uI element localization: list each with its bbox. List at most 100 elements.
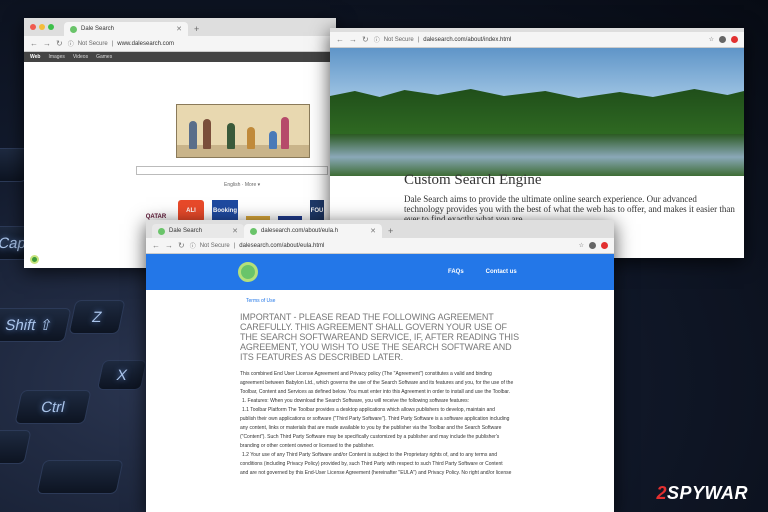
reload-icon[interactable]: ↻	[362, 35, 369, 44]
illustration-person	[281, 117, 289, 149]
menu-games[interactable]: Games	[96, 54, 112, 60]
close-tab-icon[interactable]: ✕	[370, 227, 376, 235]
keyboard-key-x: X	[96, 360, 148, 390]
menu-web[interactable]: Web	[30, 54, 40, 60]
url-text: dalesearch.com/about/eula.html	[239, 242, 325, 249]
eula-line: conditions (including Privacy Policy) pr…	[240, 461, 503, 467]
watermark-text: SPYWAR	[666, 483, 748, 503]
alert-badge-icon[interactable]	[601, 242, 608, 249]
illustration-person	[269, 131, 277, 149]
homepage-illustration	[176, 104, 310, 158]
page-heading: Custom Search Engine	[404, 172, 542, 188]
close-window-button[interactable]	[30, 24, 36, 30]
tab-title: dalesearch.com/about/eula.h	[261, 228, 339, 234]
info-icon: ⓘ	[373, 38, 380, 44]
url-field[interactable]: ⓘ Not Secure | dalesearch.com/about/inde…	[373, 35, 704, 45]
eula-line: branding or other content owned or licen…	[240, 443, 375, 449]
site-favicon-icon	[158, 227, 165, 235]
site-header: FAQs Contact us	[146, 254, 614, 290]
search-input[interactable]	[136, 166, 328, 175]
partner-logo-ali[interactable]: ALI	[178, 200, 204, 222]
forward-icon[interactable]: →	[165, 241, 173, 250]
menu-videos[interactable]: Videos	[73, 54, 88, 60]
hero-lake	[330, 134, 744, 176]
security-label: Not Secure	[199, 242, 230, 249]
tab-title: Dale Search	[169, 228, 203, 234]
keyboard-key-blank	[36, 460, 124, 494]
toolbar-right: ☆	[579, 242, 608, 249]
back-icon[interactable]: ←	[152, 241, 160, 250]
back-icon[interactable]: ←	[336, 35, 344, 44]
eula-line: 1.2 Your use of any Third Party Software…	[242, 452, 498, 458]
eula-body: This combined End User License Agreement…	[240, 370, 526, 478]
nav-faqs[interactable]: FAQs	[448, 269, 464, 275]
info-icon: ⓘ	[189, 244, 196, 250]
back-icon[interactable]: ←	[30, 39, 38, 48]
info-icon: ⓘ	[67, 42, 74, 48]
minimize-window-button[interactable]	[39, 24, 45, 30]
partner-logos: QATAR ALI Booking FOU	[142, 200, 324, 222]
keyboard-key-blank	[0, 430, 32, 464]
eula-line: publish their own applications or softwa…	[240, 416, 510, 422]
window-controls	[30, 24, 54, 30]
illustration-person	[247, 127, 255, 149]
browser-window-eula: Dale Search ✕ dalesearch.com/about/eula.…	[146, 220, 614, 512]
divider: |	[111, 40, 114, 47]
menu-images[interactable]: Images	[48, 54, 64, 60]
eula-important-heading: IMPORTANT - PLEASE READ THE FOLLOWING AG…	[240, 312, 519, 362]
security-label: Not Secure	[383, 36, 414, 43]
tab-bar: Dale Search ✕ +	[24, 18, 336, 36]
tab-bar	[330, 28, 744, 32]
watermark-logo: 2SPYWAR	[656, 483, 748, 504]
new-tab-button[interactable]: +	[194, 24, 199, 34]
toolbar-right: ☆	[709, 36, 738, 43]
url-text: dalesearch.com/about/index.html	[423, 36, 512, 43]
divider: |	[233, 242, 236, 249]
keyboard-key-shift: Shift ⇧	[0, 308, 72, 342]
nav-contact-us[interactable]: Contact us	[486, 269, 517, 275]
language-selector[interactable]: English · More ▾	[224, 182, 260, 188]
eula-line: and are not governed by this End-User Li…	[240, 470, 512, 476]
hero-image	[330, 48, 744, 176]
close-tab-icon[interactable]: ✕	[232, 227, 238, 235]
search-nav-menu: Web Images Videos Games	[24, 52, 336, 62]
profile-icon[interactable]	[589, 242, 596, 249]
eula-line: any content, links or materials that are…	[240, 425, 502, 431]
eula-line: This combined End User License Agreement…	[240, 371, 492, 377]
tab-eula[interactable]: dalesearch.com/about/eula.h ✕	[244, 224, 382, 238]
forward-icon[interactable]: →	[43, 39, 51, 48]
divider: |	[417, 36, 420, 43]
forward-icon[interactable]: →	[349, 35, 357, 44]
tab-title: Dale Search	[81, 26, 115, 32]
profile-icon[interactable]	[719, 36, 726, 43]
eula-line: agreement between Babylon Ltd., which go…	[240, 380, 514, 386]
tab-dale-search[interactable]: Dale Search ✕	[64, 22, 188, 36]
address-bar: ← → ↻ ⓘ Not Secure | dalesearch.com/abou…	[330, 32, 744, 48]
tab-dale-search[interactable]: Dale Search ✕	[152, 224, 244, 238]
url-field[interactable]: ⓘ Not Secure | www.dalesearch.com	[67, 39, 330, 49]
terms-of-use-link[interactable]: Terms of Use	[246, 298, 614, 304]
alert-badge-icon[interactable]	[731, 36, 738, 43]
address-bar: ← → ↻ ⓘ Not Secure | www.dalesearch.com	[24, 36, 336, 52]
partner-logo-fou[interactable]: FOU	[310, 200, 324, 222]
eula-line: ("Content"). Such Third Party Software m…	[240, 434, 500, 440]
partner-logo-booking[interactable]: Booking	[212, 200, 238, 222]
tab-bar: Dale Search ✕ dalesearch.com/about/eula.…	[146, 220, 614, 238]
close-tab-icon[interactable]: ✕	[176, 25, 182, 33]
extension-status-icon	[30, 255, 39, 264]
hero-treeline	[330, 89, 744, 136]
address-bar: ← → ↻ ⓘ Not Secure | dalesearch.com/abou…	[146, 238, 614, 254]
reload-icon[interactable]: ↻	[56, 39, 63, 48]
keyboard-key-ctrl: Ctrl	[14, 390, 92, 424]
bookmark-star-icon[interactable]: ☆	[709, 36, 714, 43]
url-field[interactable]: ⓘ Not Secure | dalesearch.com/about/eula…	[189, 241, 574, 251]
reload-icon[interactable]: ↻	[178, 241, 185, 250]
site-logo-icon[interactable]	[238, 262, 258, 282]
illustration-person	[227, 123, 235, 149]
bookmark-star-icon[interactable]: ☆	[579, 242, 584, 249]
header-nav: FAQs Contact us	[448, 269, 517, 275]
eula-line: 1. Features: When you download the Searc…	[242, 398, 470, 404]
new-tab-button[interactable]: +	[388, 226, 393, 236]
maximize-window-button[interactable]	[48, 24, 54, 30]
site-favicon-icon	[250, 227, 257, 235]
